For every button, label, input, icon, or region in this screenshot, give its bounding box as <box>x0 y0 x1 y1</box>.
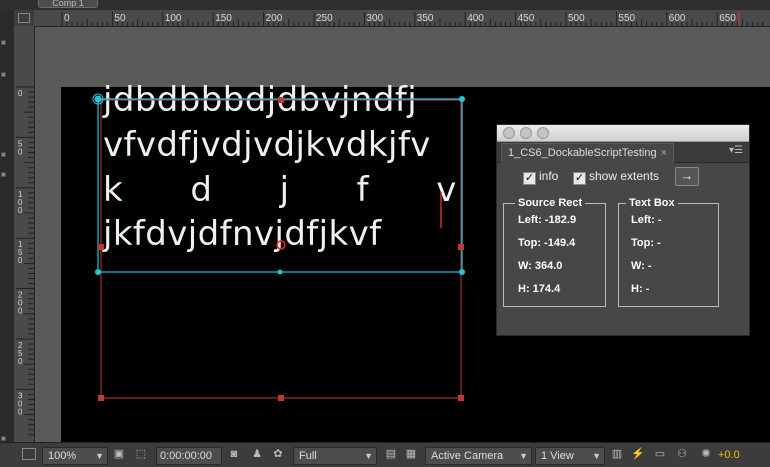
ruler-tick-label: 0 <box>64 13 70 24</box>
ruler-tick-label: 0 <box>18 307 23 316</box>
text-box-height: H: - <box>631 283 650 295</box>
ruler-tick-label: 550 <box>618 13 635 24</box>
close-tab-icon[interactable]: × <box>661 147 667 159</box>
dockable-script-panel: 1_CS6_DockableScriptTesting × ▾☰ ✓ info ✓ s… <box>496 124 750 336</box>
view-layout-dropdown[interactable]: 1 View ▼ <box>535 447 605 465</box>
left-strip-marker-icon: ■ <box>1 150 6 159</box>
horizontal-ruler-svg: 0 50 100 150 200 250 300 350 400 450 500 550 600 650 <box>61 12 764 26</box>
camera-value: Active Camera <box>431 450 504 462</box>
text-line: k d j f v <box>103 170 457 210</box>
vertical-ruler-svg: 050100150200250300 <box>16 86 34 436</box>
region-of-interest-icon[interactable]: ▣ <box>112 448 126 461</box>
text-line: jdbdbbbdjdbvjndfj <box>103 80 418 120</box>
ruler-tick-label: 300 <box>366 13 383 24</box>
camera-snapshot-icon[interactable]: ◙ <box>227 448 241 461</box>
left-strip-marker-icon: ■ <box>1 170 6 179</box>
reset-exposure-icon[interactable]: ✺ <box>699 448 713 461</box>
camera-dropdown[interactable]: Active Camera ▼ <box>425 447 532 465</box>
resolution-dropdown[interactable]: Full ▼ <box>293 447 377 465</box>
panel-tab[interactable]: 1_CS6_DockableScriptTesting × <box>501 143 675 163</box>
info-checkbox[interactable]: ✓ <box>523 172 536 185</box>
ruler-origin-corner[interactable] <box>14 10 35 27</box>
zoom-value: 100% <box>48 450 77 462</box>
ruler-tick-label: 400 <box>467 13 484 24</box>
ruler-tick-label: 0 <box>18 89 23 98</box>
source-rect-width: W: 364.0 <box>518 260 563 272</box>
ruler-tick-label: 350 <box>417 13 434 24</box>
fast-draft-icon[interactable]: ⚡ <box>631 448 645 461</box>
text-box-title: Text Box <box>626 196 678 210</box>
text-box-top: Top: - <box>631 237 661 249</box>
panel-titlebar[interactable] <box>497 125 749 142</box>
info-checkbox-label: info <box>539 169 559 183</box>
transparency-grid-icon[interactable]: ⬚ <box>134 448 148 461</box>
left-strip-marker-icon: ■ <box>1 434 6 443</box>
left-strip-marker-icon: ■ <box>1 38 6 47</box>
ruler-tick-label: 500 <box>568 13 585 24</box>
text-line: vfvdfjvdjvdjkvdkjfv <box>103 125 431 165</box>
chevron-down-icon: ▼ <box>364 451 373 461</box>
left-strip: ■ ■ ■ ■ ■ <box>0 10 15 443</box>
source-rect-top: Top: -149.4 <box>518 237 576 249</box>
source-rect-left: Left: -182.9 <box>518 214 577 226</box>
panel-tab-row: 1_CS6_DockableScriptTesting × ▾☰ <box>497 142 749 163</box>
ruler-tick-label: 450 <box>518 13 535 24</box>
zoom-window-icon[interactable] <box>537 127 549 139</box>
chevron-down-icon: ▼ <box>95 451 104 461</box>
show-extents-checkbox-label: show extents <box>589 169 660 183</box>
ruler-tick-label: 0 <box>18 407 23 416</box>
text-box-left: Left: - <box>631 214 662 226</box>
ruler-tick-label: 0 <box>18 147 23 156</box>
ruler-tick-label: 200 <box>266 13 283 24</box>
panel-tab-label: 1_CS6_DockableScriptTesting <box>508 147 657 159</box>
source-rect-group: Source Rect Left: -182.9 Top: -149.4 W: … <box>503 196 606 307</box>
comp-tab[interactable]: Comp 1 <box>38 0 98 8</box>
chevron-down-icon: ▼ <box>519 451 528 461</box>
always-preview-icon[interactable] <box>22 448 36 460</box>
text-box-group: Text Box Left: - Top: - W: - H: - <box>618 196 719 307</box>
ruler-tick-label: 100 <box>165 13 182 24</box>
ruler-tick-label: 50 <box>114 13 126 24</box>
toggle-pixel-aspect-icon[interactable]: ▥ <box>610 448 624 461</box>
horizontal-ruler: 0 50 100 150 200 250 300 350 400 450 500 550 600 650 <box>34 10 770 27</box>
ruler-tick-label: 0 <box>18 357 23 366</box>
timecode-field[interactable]: 0:00:00:00 <box>156 447 222 465</box>
close-window-icon[interactable] <box>503 127 515 139</box>
fast-previews-icon[interactable]: ▤ <box>384 448 398 461</box>
ruler-tick-label: 0 <box>18 206 23 215</box>
panel-menu-icon[interactable]: ▾☰ <box>729 145 743 156</box>
show-snapshot-icon[interactable]: ♟ <box>250 448 264 461</box>
ruler-tick-label: 250 <box>316 13 333 24</box>
checkerboard-icon[interactable]: ▦ <box>404 448 418 461</box>
exposure-value[interactable]: +0.0 <box>718 447 740 463</box>
show-extents-checkbox-row[interactable]: ✓ show extents <box>573 168 660 185</box>
zoom-dropdown[interactable]: 100% ▼ <box>42 447 108 465</box>
timecode-value: 0:00:00:00 <box>160 450 212 462</box>
ruler-tick-label: 600 <box>669 13 686 24</box>
arrow-button[interactable]: → <box>675 167 699 186</box>
show-extents-checkbox[interactable]: ✓ <box>573 172 586 185</box>
ruler-origin-icon <box>18 13 30 23</box>
text-line: jkfdvjdfnvjdfjkvf <box>103 214 382 254</box>
minimize-window-icon[interactable] <box>520 127 532 139</box>
source-rect-height: H: 174.4 <box>518 283 561 295</box>
ruler-tick-label: 650 <box>719 13 736 24</box>
source-rect-title: Source Rect <box>515 196 586 210</box>
flowchart-icon[interactable]: ⚇ <box>675 448 689 461</box>
ruler-tick-label: 150 <box>215 13 232 24</box>
info-checkbox-row[interactable]: ✓ info <box>523 168 559 185</box>
vertical-ruler: 050100150200250300 <box>14 26 35 442</box>
left-strip-marker-icon: ■ <box>1 70 6 79</box>
view-layout-value: 1 View <box>541 450 574 462</box>
text-box-width: W: - <box>631 260 652 272</box>
timeline-icon[interactable]: ▭ <box>653 448 667 461</box>
ruler-tick-label: 0 <box>18 256 23 265</box>
color-channels-icon[interactable]: ✿ <box>271 448 285 461</box>
viewer-toolbar: 100% ▼ ▣ ⬚ 0:00:00:00 ◙ ♟ ✿ Full ▼ ▤ ▦ Act… <box>0 442 770 467</box>
resolution-value: Full <box>299 450 317 462</box>
chevron-down-icon: ▼ <box>592 451 601 461</box>
